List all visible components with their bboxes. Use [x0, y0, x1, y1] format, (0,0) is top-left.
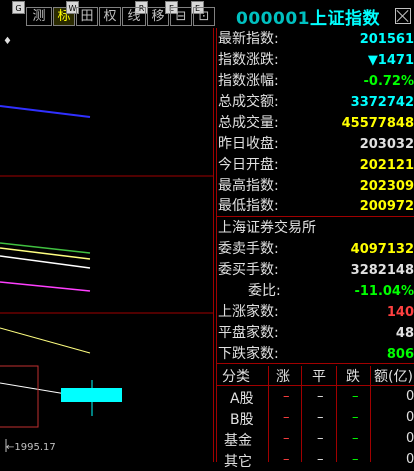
exchange-value: 4097132 [351, 239, 414, 260]
toolbar-button-measure[interactable]: 测 [26, 7, 52, 26]
ma-line-yellow [0, 328, 90, 353]
exchange-label: 委买手数: [218, 260, 279, 281]
table-cell-up: – [283, 389, 290, 404]
table-cell-down: – [352, 389, 359, 404]
quote-row: 总成交额: 3372742 [218, 92, 414, 113]
quote-row: 最高指数: 202309 [218, 176, 414, 197]
panel-divider [216, 28, 217, 462]
date-label: ←1995.17 [6, 442, 56, 453]
table-cell-up: – [283, 410, 290, 425]
table-cell-flat: – [317, 389, 324, 404]
quote-label: 总成交额: [218, 92, 279, 113]
candle-body-cyan [61, 388, 122, 402]
quote-row: 最新指数: 201561 [218, 29, 414, 50]
table-cell-name: B股 [230, 409, 254, 429]
table-cell-up: – [283, 431, 290, 446]
table-cell-amount: 0 [406, 389, 414, 404]
exchange-row: 委比: -11.04% [218, 281, 414, 302]
table-cell-amount: 0 [406, 410, 414, 425]
toolbar-button-rights[interactable]: 权 [99, 7, 121, 26]
table-cell-name: 基金 [224, 430, 252, 450]
hotkey-badge: G [12, 1, 25, 14]
exchange-value: 140 [387, 302, 414, 323]
quote-label: 昨日收盘: [218, 134, 279, 155]
quote-label: 今日开盘: [218, 155, 279, 176]
table-cell-down: – [352, 431, 359, 446]
quote-row: 昨日收盘: 203032 [218, 134, 414, 155]
quote-value: 45577848 [342, 113, 414, 134]
exchange-label: 委比: [248, 281, 281, 302]
indicator-line-blue [0, 106, 90, 117]
security-name: 上证指数 [310, 9, 380, 29]
table-cell-amount: 0 [406, 452, 414, 467]
exchange-row: 下跌家数: 806 [218, 344, 414, 365]
quote-label: 总成交量: [218, 113, 279, 134]
quote-value: 202121 [360, 155, 414, 176]
security-code: 000001 [236, 9, 310, 29]
quote-label: 指数涨跌: [218, 50, 279, 71]
quote-label: 最高指数: [218, 176, 279, 197]
quote-value: 202309 [360, 176, 414, 197]
exchange-name: 上海证券交易所 [218, 218, 316, 239]
exchange-value: 806 [387, 344, 414, 365]
table-cell-down: – [352, 410, 359, 425]
quote-value: 200972 [360, 196, 414, 217]
quote-value: 203032 [360, 134, 414, 155]
quote-row: 今日开盘: 202121 [218, 155, 414, 176]
toolbar-button-expand[interactable]: ⊡ [193, 7, 215, 26]
exchange-value: 48 [396, 323, 414, 344]
table-divider [216, 385, 414, 386]
exchange-value: 3282148 [351, 260, 414, 281]
table-cell-name: 其它 [224, 451, 252, 471]
exchange-row: 委卖手数: 4097132 [218, 239, 414, 260]
table-header: 跌 [346, 366, 360, 386]
exchange-row: 委买手数: 3282148 [218, 260, 414, 281]
table-cell-flat: – [317, 410, 324, 425]
quote-value: 201561 [360, 29, 414, 50]
exchange-row: 上涨家数: 140 [218, 302, 414, 323]
close-icon[interactable] [395, 8, 411, 24]
quote-value: 3372742 [351, 92, 414, 113]
table-divider [301, 366, 302, 462]
table-cell-flat: – [317, 431, 324, 446]
quote-row: 总成交量: 45577848 [218, 113, 414, 134]
exchange-row: 平盘家数: 48 [218, 323, 414, 344]
security-title: 000001上证指数 [236, 4, 380, 29]
quote-row: 最低指数: 200972 [218, 196, 414, 217]
chart-canvas [0, 28, 214, 462]
table-cell-up: – [283, 452, 290, 467]
exchange-label: 下跌家数: [218, 344, 279, 365]
quote-row: 指数涨幅: -0.72% [218, 71, 414, 92]
exchange-label: 委卖手数: [218, 239, 279, 260]
indicator-line-green [0, 243, 90, 253]
quote-row: 指数涨跌: ▼1471 [218, 50, 414, 71]
quote-value: ▼1471 [368, 50, 414, 71]
table-divider [268, 366, 269, 462]
table-header: 涨 [276, 366, 290, 386]
indicator-line-magenta [0, 282, 90, 291]
quote-label: 最低指数: [218, 196, 279, 217]
chart-area[interactable]: ♦ ←1995.17 [0, 28, 214, 462]
quote-value: -0.72% [364, 71, 414, 92]
table-header: 平 [312, 366, 326, 386]
exchange-value: -11.04% [354, 281, 414, 302]
exchange-label: 上涨家数: [218, 302, 279, 323]
chart-toolbar: 测 G 标 W 田 权 R 线 移 E ⊟ E ⊡ [0, 0, 216, 28]
toolbar-button-line[interactable]: 线 [122, 7, 146, 26]
table-cell-name: A股 [230, 388, 254, 408]
table-cell-flat: – [317, 452, 324, 467]
table-divider [336, 366, 337, 462]
cursor-marker: ♦ [3, 36, 12, 47]
toolbar-button-collapse[interactable]: ⊟ [170, 7, 192, 26]
table-cell-down: – [352, 452, 359, 467]
table-divider [370, 366, 371, 462]
table-cell-amount: 0 [406, 431, 414, 446]
exchange-label: 平盘家数: [218, 323, 279, 344]
quote-label: 指数涨幅: [218, 71, 279, 92]
candle-body-red [0, 366, 38, 427]
toolbar-button-grid[interactable]: 田 [76, 7, 98, 26]
table-header: 分类 [222, 366, 250, 386]
table-header: 额(亿) [374, 366, 413, 386]
quote-label: 最新指数: [218, 29, 279, 50]
